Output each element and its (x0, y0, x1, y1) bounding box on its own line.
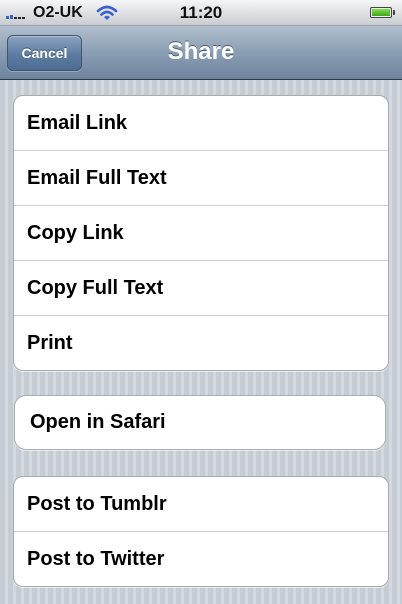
post-to-tumblr-item[interactable]: Post to Tumblr (14, 477, 388, 532)
share-options-group: Email Link Email Full Text Copy Link Cop… (13, 95, 389, 371)
copy-link-item[interactable]: Copy Link (14, 206, 388, 261)
status-bar: O2-UK 11:20 (0, 0, 402, 26)
navigation-bar: Share Cancel (0, 26, 402, 80)
battery-fill (372, 9, 390, 16)
open-in-safari-item[interactable]: Open in Safari (15, 396, 385, 449)
email-full-text-item[interactable]: Email Full Text (14, 151, 388, 206)
cancel-button[interactable]: Cancel (7, 35, 82, 71)
email-link-item[interactable]: Email Link (14, 96, 388, 151)
post-to-twitter-item[interactable]: Post to Twitter (14, 532, 388, 586)
open-in-group: Open in Safari (14, 395, 386, 450)
print-item[interactable]: Print (14, 316, 388, 370)
clock: 11:20 (179, 3, 223, 22)
social-post-group: Post to Tumblr Post to Twitter (13, 476, 389, 587)
battery-icon (370, 7, 395, 18)
copy-full-text-item[interactable]: Copy Full Text (14, 261, 388, 316)
